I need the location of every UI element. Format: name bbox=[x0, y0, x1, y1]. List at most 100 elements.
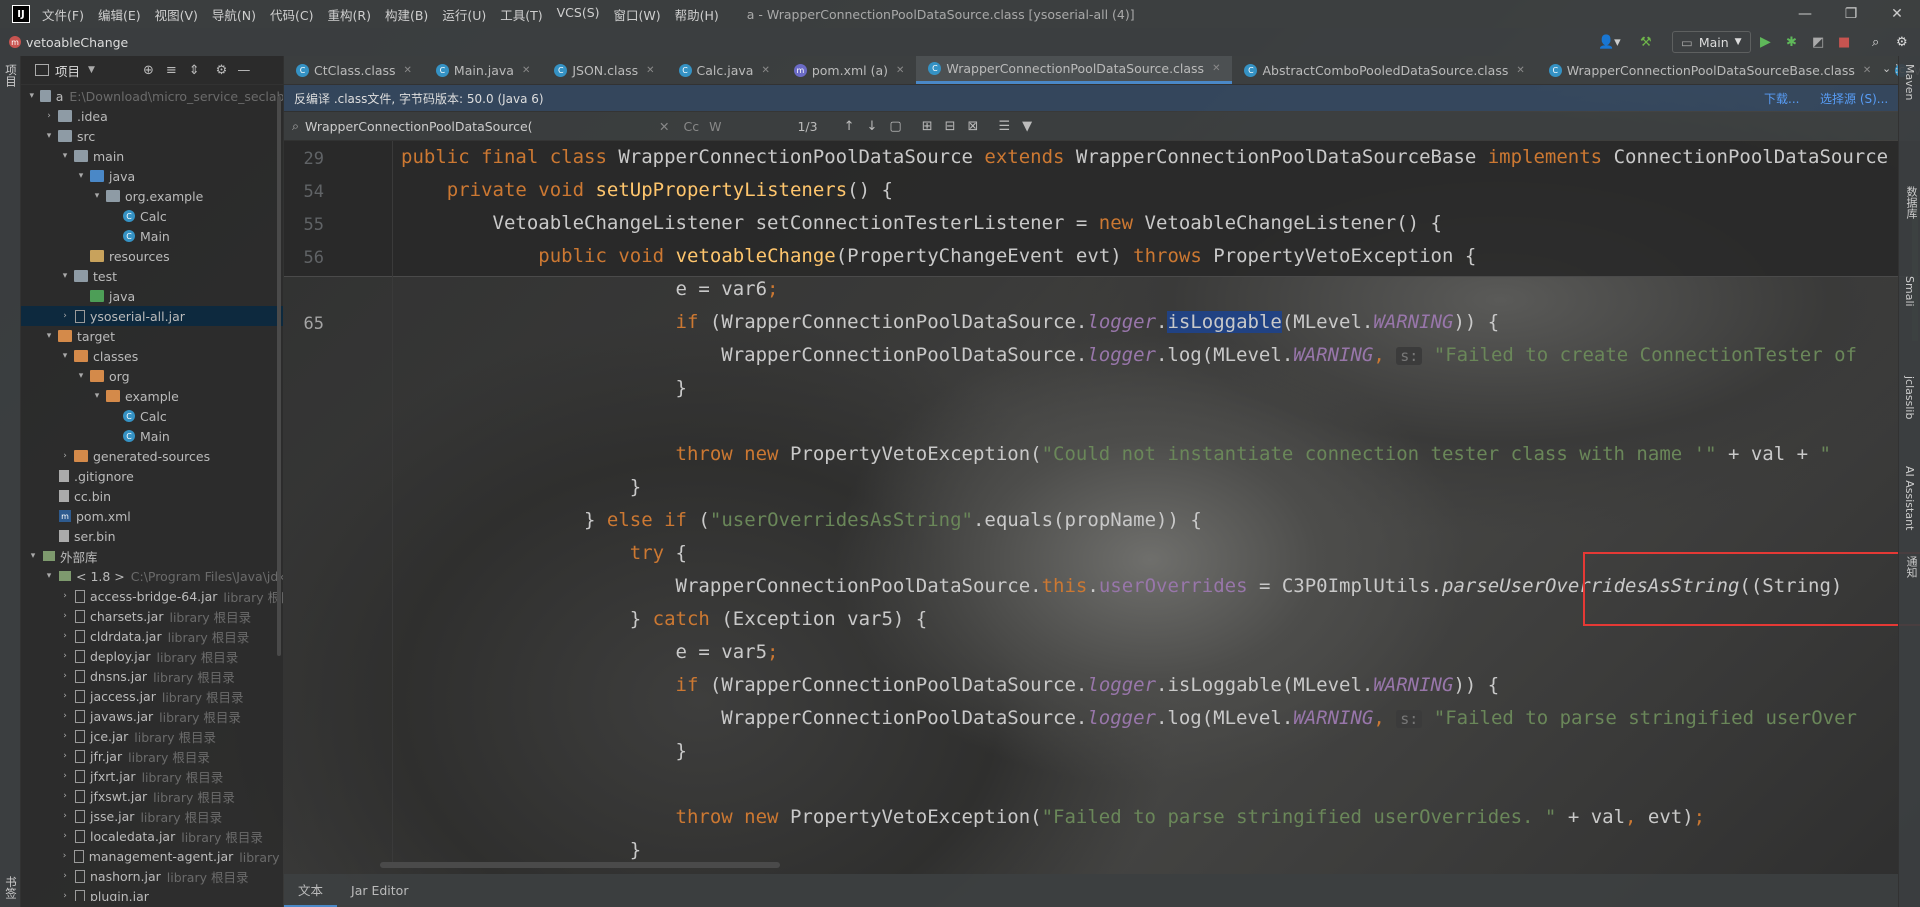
code-editor[interactable]: 29 public final class WrapperConnectionP… bbox=[284, 141, 1920, 863]
breadcrumb-project[interactable]: vetoableChange bbox=[26, 35, 128, 50]
menu-item[interactable]: 重构(R) bbox=[328, 5, 371, 24]
build-hammer-icon[interactable]: ⚒ bbox=[1640, 30, 1652, 54]
tree-item[interactable]: ▾ a E:\Download\micro_service_seclab- bbox=[21, 86, 284, 106]
horizontal-scrollbar[interactable] bbox=[380, 862, 780, 868]
clear-search-icon[interactable]: ✕ bbox=[659, 119, 669, 134]
tree-item[interactable]: ▾ org bbox=[21, 366, 283, 386]
editor-tab[interactable]: C Main.java ✕ bbox=[424, 56, 542, 84]
filter-options-icon[interactable]: ☰ bbox=[998, 119, 1010, 134]
tree-item[interactable]: ▾ test bbox=[21, 266, 283, 286]
tree-item[interactable]: › nashorn.jar library 根目录 bbox=[21, 866, 283, 886]
chevron-right-icon[interactable]: › bbox=[59, 811, 71, 821]
right-tool-button[interactable]: 通知 bbox=[1903, 556, 1919, 578]
menu-item[interactable]: 编辑(E) bbox=[98, 5, 141, 24]
tree-item[interactable]: ▾ < 1.8 > C:\Program Files\Java\jdk bbox=[21, 566, 283, 586]
menu-item[interactable]: 运行(U) bbox=[442, 5, 486, 24]
tree-item[interactable]: › jfr.jar library 根目录 bbox=[21, 746, 283, 766]
chevron-down-icon[interactable]: ▾ bbox=[75, 371, 87, 381]
expand-all-icon[interactable]: ≡ bbox=[166, 63, 177, 78]
tree-item[interactable]: ▾ java bbox=[21, 166, 283, 186]
find-input[interactable]: WrapperConnectionPoolDataSource( bbox=[305, 119, 655, 134]
match-case-toggle[interactable]: Cc bbox=[684, 119, 700, 134]
chevron-down-icon[interactable]: ▼ bbox=[88, 65, 95, 75]
editor-tab[interactable]: C CtClass.class ✕ bbox=[284, 56, 424, 84]
editor-tab[interactable]: C WrapperConnectionPoolDataSource.class ✕ bbox=[916, 56, 1233, 84]
maximize-button[interactable]: ❐ bbox=[1828, 0, 1874, 28]
hide-panel-icon[interactable]: — bbox=[237, 63, 250, 78]
tree-item[interactable]: › ysoserial-all.jar bbox=[21, 306, 283, 326]
tree-item[interactable]: C Calc bbox=[21, 206, 283, 226]
chevron-down-icon[interactable]: ▾ bbox=[43, 131, 55, 141]
chevron-right-icon[interactable]: › bbox=[59, 671, 71, 681]
menu-item[interactable]: 窗口(W) bbox=[614, 5, 661, 24]
chevron-right-icon[interactable]: › bbox=[59, 691, 71, 701]
chevron-right-icon[interactable]: › bbox=[59, 631, 71, 641]
tree-item[interactable]: ▾ src bbox=[21, 126, 283, 146]
chevron-down-icon[interactable]: ▾ bbox=[27, 551, 39, 561]
tree-item[interactable]: › access-bridge-64.jar library 根目录 bbox=[21, 586, 283, 606]
tree-item[interactable]: › javaws.jar library 根目录 bbox=[21, 706, 283, 726]
right-tool-button[interactable]: jclasslib bbox=[1903, 376, 1916, 419]
close-tab-icon[interactable]: ✕ bbox=[1863, 65, 1871, 76]
run-config-select[interactable]: ▭ Main ▼ bbox=[1672, 31, 1751, 53]
menu-item[interactable]: 文件(F) bbox=[42, 5, 84, 24]
tree-item[interactable]: cc.bin bbox=[21, 486, 283, 506]
chevron-right-icon[interactable]: › bbox=[59, 711, 71, 721]
chevron-down-icon[interactable]: ▾ bbox=[43, 571, 55, 581]
editor-tab[interactable]: C AbstractComboPooledDataSource.class ✕ bbox=[1232, 56, 1536, 84]
tab-jar-editor[interactable]: Jar Editor bbox=[337, 877, 422, 904]
next-match-icon[interactable]: ↓ bbox=[867, 119, 878, 134]
editor-tab[interactable]: C WrapperConnectionPoolDataSourceBase.cla… bbox=[1537, 56, 1884, 84]
close-tab-icon[interactable]: ✕ bbox=[896, 65, 904, 76]
chevron-down-icon[interactable]: ▾ bbox=[43, 331, 55, 341]
chevron-down-icon[interactable]: ▾ bbox=[75, 171, 87, 181]
tree-item[interactable]: › jce.jar library 根目录 bbox=[21, 726, 283, 746]
tree-item[interactable]: C Calc bbox=[21, 406, 283, 426]
panel-gear-icon[interactable]: ⚙ bbox=[216, 63, 228, 78]
tree-item[interactable]: › generated-sources bbox=[21, 446, 283, 466]
collapse-all-icon[interactable]: ⇕ bbox=[189, 63, 200, 78]
project-panel-title[interactable]: 项目 bbox=[55, 61, 80, 80]
tree-item[interactable]: › jfxswt.jar library 根目录 bbox=[21, 786, 283, 806]
download-sources-link[interactable]: 下载... bbox=[1764, 90, 1799, 107]
settings-gear-icon[interactable]: ⚙ bbox=[1896, 30, 1908, 54]
chevron-right-icon[interactable]: › bbox=[59, 871, 71, 881]
run-icon[interactable]: ▶ bbox=[1760, 30, 1771, 54]
close-tab-icon[interactable]: ✕ bbox=[1516, 65, 1524, 76]
locate-icon[interactable]: ⊕ bbox=[143, 63, 154, 78]
add-selection-icon[interactable]: ⊞ bbox=[922, 119, 933, 134]
project-tool-button[interactable]: 项目 bbox=[3, 64, 19, 87]
tree-item[interactable]: › dnsns.jar library 根目录 bbox=[21, 666, 283, 686]
tree-item[interactable]: ser.bin bbox=[21, 526, 283, 546]
chevron-right-icon[interactable]: › bbox=[59, 851, 70, 861]
close-tab-icon[interactable]: ✕ bbox=[404, 65, 412, 76]
menu-item[interactable]: 代码(C) bbox=[270, 5, 313, 24]
menu-item[interactable]: 构建(B) bbox=[385, 5, 428, 24]
tree-item[interactable]: .gitignore bbox=[21, 466, 283, 486]
menu-item[interactable]: 视图(V) bbox=[155, 5, 198, 24]
menu-item[interactable]: 导航(N) bbox=[212, 5, 256, 24]
coverage-icon[interactable]: ◩ bbox=[1812, 30, 1824, 54]
tab-text[interactable]: 文本 bbox=[284, 874, 338, 907]
chevron-right-icon[interactable]: › bbox=[59, 891, 71, 901]
chevron-right-icon[interactable]: › bbox=[59, 771, 71, 781]
close-tab-icon[interactable]: ✕ bbox=[646, 65, 654, 76]
close-tab-icon[interactable]: ✕ bbox=[761, 65, 769, 76]
tree-item[interactable]: m pom.xml bbox=[21, 506, 283, 526]
remove-selection-icon[interactable]: ⊟ bbox=[945, 119, 956, 134]
tree-item[interactable]: java bbox=[21, 286, 283, 306]
menu-item[interactable]: 工具(T) bbox=[500, 5, 542, 24]
right-tool-button[interactable]: Smali bbox=[1903, 276, 1916, 307]
chevron-right-icon[interactable]: › bbox=[59, 651, 71, 661]
tree-item[interactable]: › deploy.jar library 根目录 bbox=[21, 646, 283, 666]
tree-item[interactable]: › cldrdata.jar library 根目录 bbox=[21, 626, 283, 646]
tree-item[interactable]: ▾ example bbox=[21, 386, 283, 406]
whole-words-toggle[interactable]: W bbox=[709, 119, 721, 134]
chevron-down-icon[interactable]: ▾ bbox=[91, 191, 103, 201]
tree-item[interactable]: ▾ org.example bbox=[21, 186, 283, 206]
select-all-occurrences-icon[interactable]: ⊠ bbox=[968, 119, 979, 134]
chevron-right-icon[interactable]: › bbox=[43, 111, 55, 121]
tree-item[interactable]: ▾ main bbox=[21, 146, 283, 166]
stop-icon[interactable]: ■ bbox=[1838, 30, 1850, 54]
right-tool-button[interactable]: AI Assistant bbox=[1903, 466, 1916, 530]
